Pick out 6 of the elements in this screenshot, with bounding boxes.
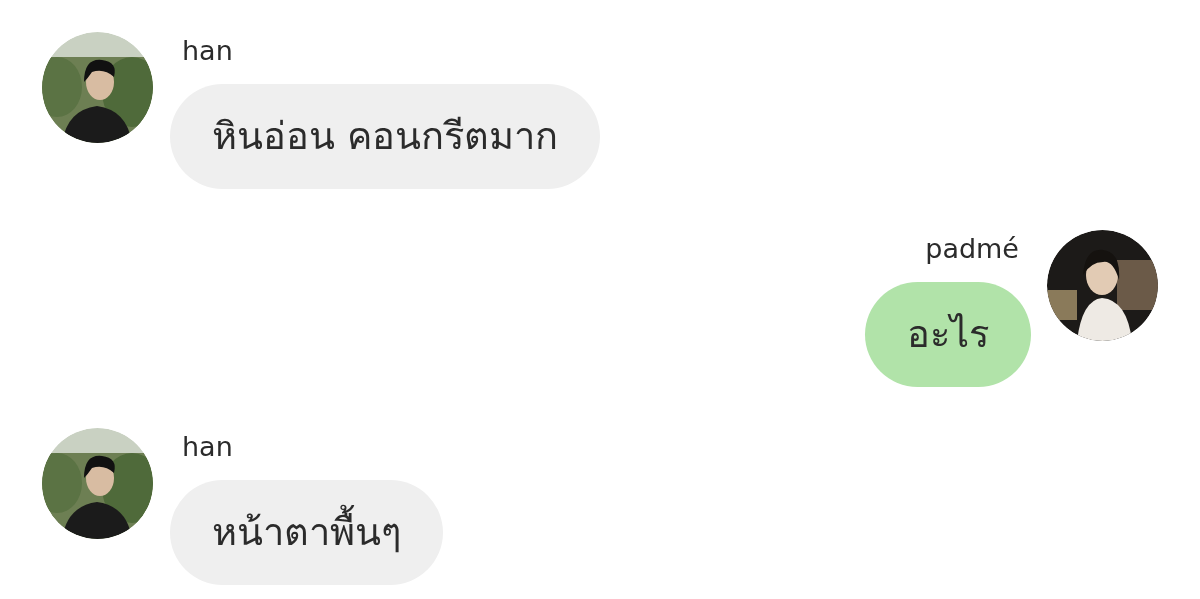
message-bubble: หน้าตาพื้นๆ: [170, 480, 443, 585]
sender-name: padmé: [925, 232, 1019, 266]
sender-name: han: [182, 34, 233, 68]
sender-name: han: [182, 430, 233, 464]
message-bubble: หินอ่อน คอนกรีตมาก: [170, 84, 601, 189]
message-bubble: อะไร: [865, 282, 1031, 387]
